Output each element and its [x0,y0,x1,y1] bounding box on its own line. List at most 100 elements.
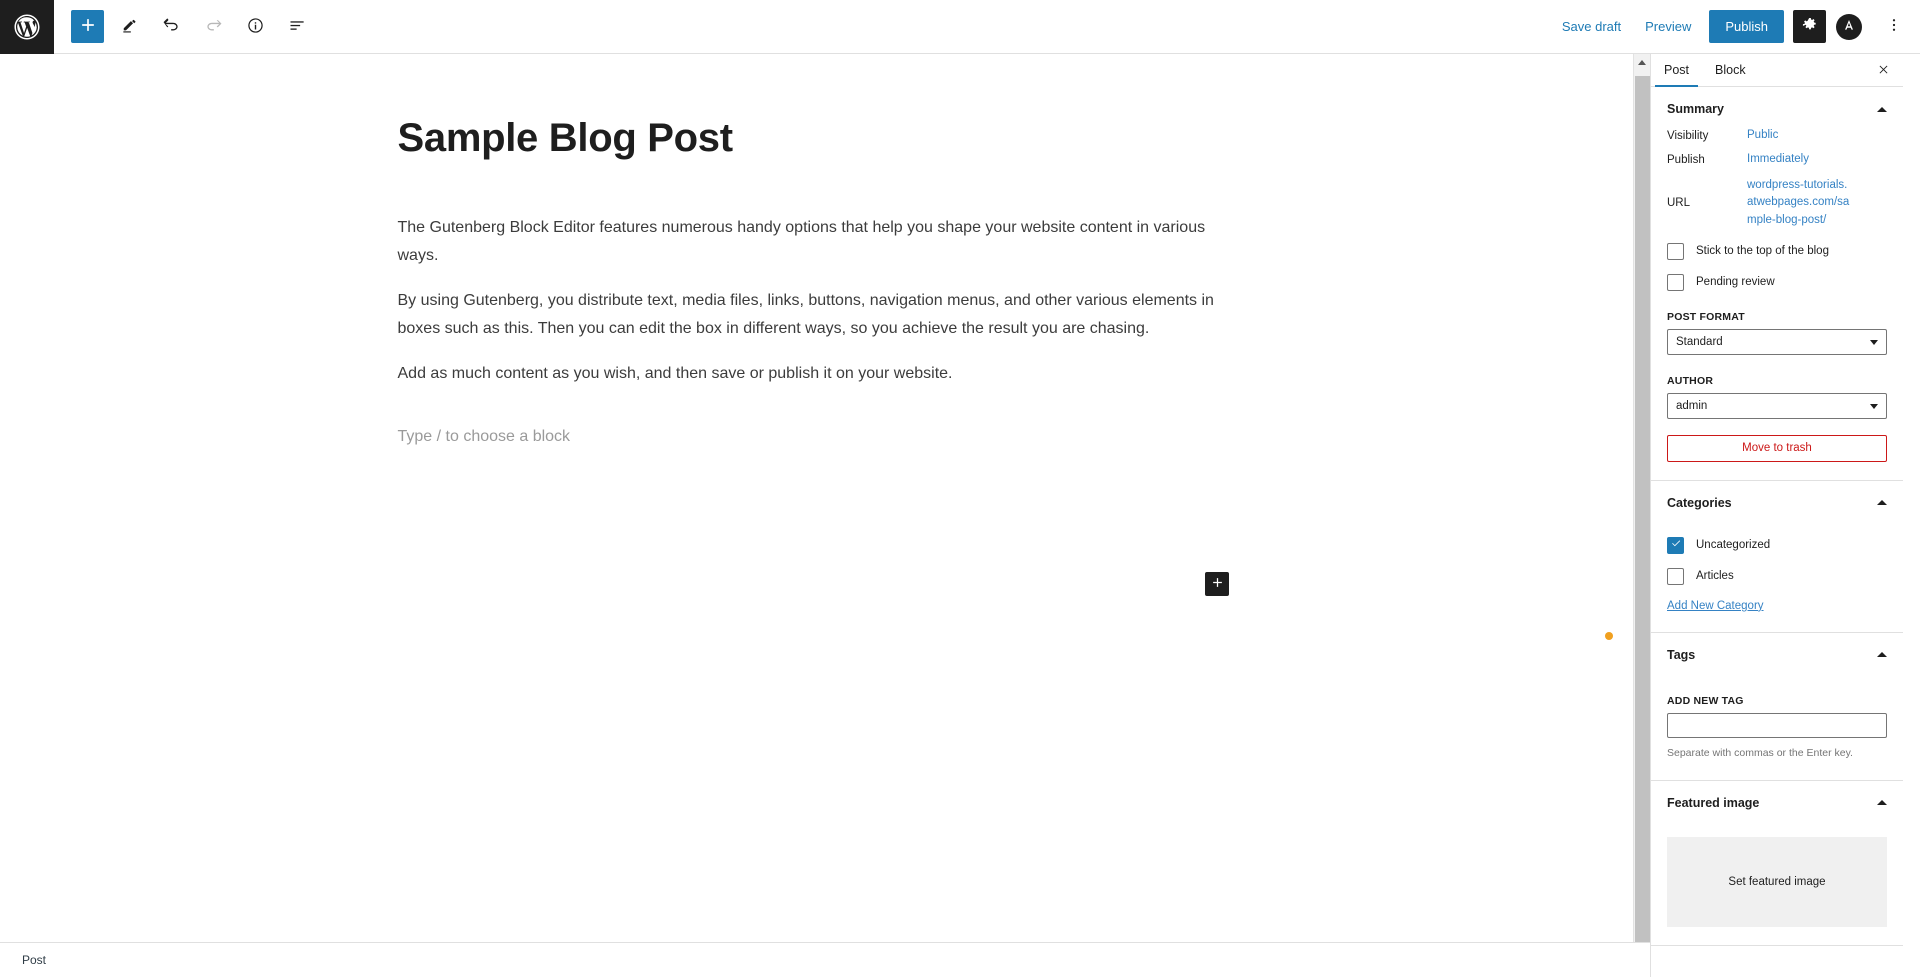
wordpress-logo-button[interactable] [0,0,54,54]
summary-panel-body: Visibility Public Publish Immediately UR… [1651,129,1903,480]
undo-arrow-icon [161,15,182,39]
chevron-up-icon [1877,106,1887,112]
featured-image-panel-body: Set featured image [1651,836,1903,945]
pending-review-checkbox-row[interactable]: Pending review [1667,273,1887,291]
wordpress-logo-icon [12,12,42,42]
chevron-up-icon [1877,652,1887,658]
categories-panel: Categories Uncategorized Articles Add Ne… [1651,481,1903,633]
scroll-up-button[interactable] [1634,54,1650,71]
category-row-uncategorized[interactable]: Uncategorized [1667,536,1887,554]
tags-panel-body: ADD NEW TAG Separate with commas or the … [1651,695,1903,780]
publish-label: Publish [1667,154,1705,166]
post-content: Sample Blog Post The Gutenberg Block Edi… [398,54,1228,451]
avatar [1835,13,1862,40]
save-draft-button[interactable]: Save draft [1550,11,1633,42]
url-row: URL wordpress-tutorials.atwebpages.com/s… [1667,177,1887,229]
editor-scrollbar[interactable] [1633,54,1650,977]
category-checkbox-articles[interactable] [1667,567,1684,585]
sticky-post-checkbox[interactable] [1667,242,1684,260]
sticky-post-label: Stick to the top of the blog [1696,245,1829,258]
more-options-button[interactable] [1877,10,1910,43]
tab-post[interactable]: Post [1651,54,1702,87]
post-format-value: Standard [1676,335,1723,348]
url-label: URL [1667,197,1691,210]
author-select[interactable]: admin [1667,392,1887,419]
scrollbar-thumb[interactable] [1635,76,1650,946]
summary-panel-title: Summary [1667,102,1724,116]
featured-image-panel-header[interactable]: Featured image [1651,781,1903,823]
tools-button[interactable] [113,10,146,43]
pending-review-label: Pending review [1696,276,1775,289]
add-new-tag-input[interactable] [1667,712,1887,738]
redo-arrow-icon [203,15,224,39]
categories-panel-header[interactable]: Categories [1651,481,1903,523]
publish-button[interactable]: Publish [1709,10,1784,43]
sticky-post-checkbox-row[interactable]: Stick to the top of the blog [1667,242,1887,260]
list-view-icon [287,15,308,39]
tags-panel-title: Tags [1667,647,1696,662]
redo-button[interactable] [197,10,230,43]
editor-top-bar: Save draft Preview Publish [0,0,1920,54]
pencil-icon [120,15,140,38]
move-to-trash-button[interactable]: Move to trash [1667,434,1887,462]
close-sidebar-button[interactable] [1870,57,1897,84]
summary-panel-header[interactable]: Summary [1651,87,1903,129]
sidebar-scroll-content: Post Block Summary Visibility Public Pub… [1651,54,1903,977]
category-checkbox-uncategorized[interactable] [1667,536,1684,554]
author-label: AUTHOR [1667,374,1714,387]
summary-panel: Summary Visibility Public Publish Immedi… [1651,87,1903,481]
visibility-value-button[interactable]: Public [1747,129,1778,141]
info-circle-icon [245,15,266,39]
preview-button[interactable]: Preview [1633,11,1703,42]
pending-review-checkbox[interactable] [1667,273,1684,291]
plus-icon [78,15,98,38]
paragraph-block[interactable]: By using Gutenberg, you distribute text,… [398,287,1228,343]
sidebar-tab-bar: Post Block [1651,54,1903,87]
url-value-button[interactable]: wordpress-tutorials.atwebpages.com/sampl… [1747,177,1852,229]
gear-icon [1801,16,1819,37]
editor-tools-group [54,10,314,43]
author-value: admin [1676,399,1708,412]
category-label-articles: Articles [1696,570,1734,583]
list-view-button[interactable] [281,10,314,43]
chevron-down-icon [1870,403,1878,409]
publish-value-button[interactable]: Immediately [1747,153,1809,165]
categories-panel-title: Categories [1667,495,1732,510]
paragraph-block[interactable]: Add as much content as you wish, and the… [398,360,1228,388]
unsaved-changes-indicator [1605,632,1613,640]
chevron-up-icon [1877,500,1887,506]
editor-actions-group: Save draft Preview Publish [1550,8,1920,45]
breadcrumb[interactable]: Post [22,953,46,967]
undo-button[interactable] [155,10,188,43]
empty-block-placeholder[interactable]: Type / to choose a block [398,423,1228,451]
account-button[interactable] [1830,8,1867,45]
post-format-select[interactable]: Standard [1667,328,1887,355]
editor-breadcrumb-bar: Post [0,942,1650,977]
chevron-down-icon [1870,339,1878,345]
chevron-up-icon [1877,800,1887,805]
plus-icon [1210,575,1225,593]
post-format-label: POST FORMAT [1667,310,1745,323]
tab-block[interactable]: Block [1702,54,1759,86]
kebab-menu-icon [1885,16,1903,37]
featured-image-panel: Featured image Set featured image [1651,781,1903,946]
category-row-articles[interactable]: Articles [1667,567,1887,585]
visibility-label: Visibility [1667,130,1709,142]
category-label-uncategorized: Uncategorized [1696,539,1771,552]
add-new-category-button[interactable]: Add New Category [1667,600,1764,612]
tags-help-text: Separate with commas or the Enter key. [1667,746,1853,759]
add-block-button[interactable] [71,10,104,43]
publish-row: Publish Immediately [1667,153,1887,166]
paragraph-block[interactable]: The Gutenberg Block Editor features nume… [398,214,1228,270]
add-new-tag-label: ADD NEW TAG [1667,694,1744,707]
post-settings-sidebar: Post Block Summary Visibility Public Pub… [1650,54,1920,977]
avatar-icon [1841,17,1857,36]
categories-panel-body: Uncategorized Articles Add New Category [1651,536,1903,632]
tags-panel-header[interactable]: Tags [1651,633,1903,675]
details-button[interactable] [239,10,272,43]
settings-button[interactable] [1793,10,1826,43]
editor-canvas[interactable]: Sample Blog Post The Gutenberg Block Edi… [0,54,1625,942]
inline-add-block-button[interactable] [1205,572,1229,596]
set-featured-image-button[interactable]: Set featured image [1667,836,1887,927]
post-title[interactable]: Sample Blog Post [398,114,1228,162]
